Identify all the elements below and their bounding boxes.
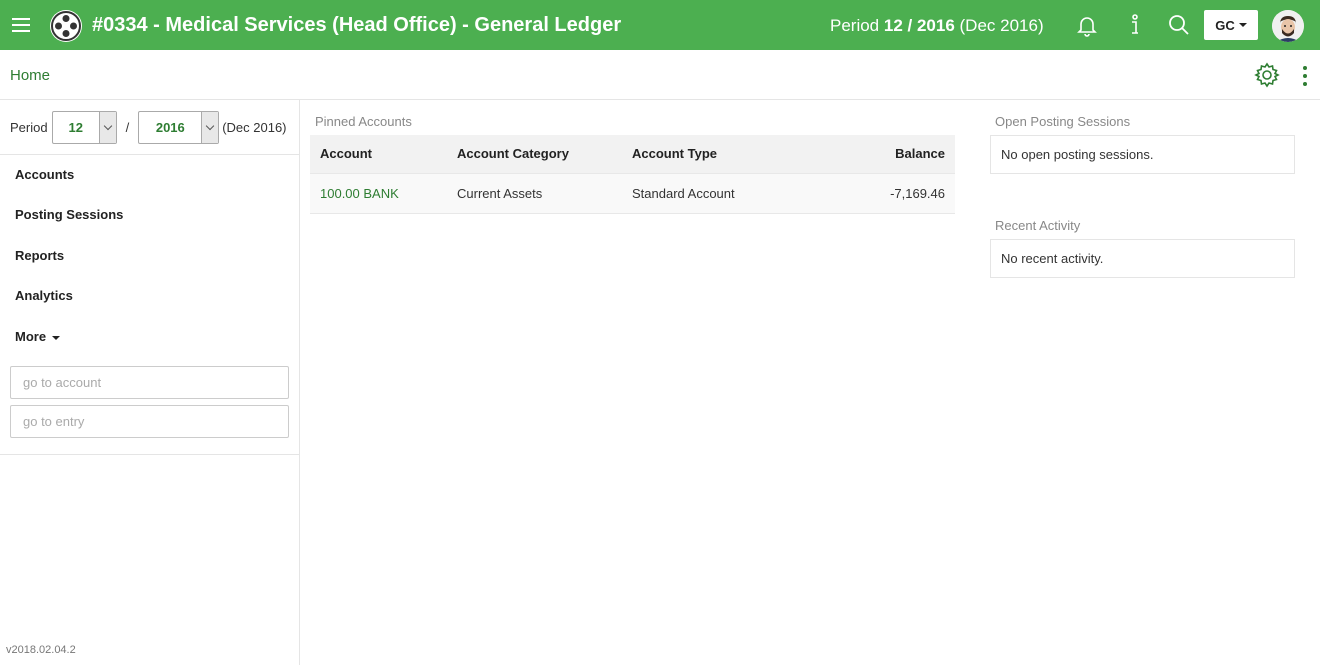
- chevron-down-icon: [103, 121, 112, 130]
- user-menu-button[interactable]: GC: [1204, 10, 1258, 40]
- go-to-entry-input[interactable]: [10, 405, 289, 438]
- caret-down-icon: [1238, 23, 1247, 27]
- period-separator: /: [125, 119, 130, 135]
- account-cell: 100.00 BANK: [310, 172, 447, 214]
- breadcrumb-home[interactable]: Home: [10, 67, 50, 84]
- period-slash: /: [902, 16, 917, 35]
- column-header-account-category[interactable]: Account Category: [447, 135, 622, 173]
- recent-activity-panel: No recent activity.: [990, 239, 1295, 278]
- chevron-down-icon: [206, 121, 215, 130]
- recent-activity-title: Recent Activity: [995, 218, 1081, 233]
- period-year: 2016: [916, 16, 955, 35]
- account-link[interactable]: 100.00 BANK: [320, 186, 399, 201]
- divider: [0, 454, 299, 455]
- sidebar: Period 12 / 2016 (Dec 2016) Accounts Pos…: [0, 100, 300, 665]
- period-selector: Period 12 / 2016 (Dec 2016): [10, 110, 287, 144]
- column-header-balance[interactable]: Balance: [812, 135, 955, 173]
- caret-down-icon: [52, 335, 61, 340]
- user-initials: GC: [1215, 17, 1235, 33]
- version-label: v2018.02.04.2: [6, 644, 76, 656]
- pinned-accounts-title: Pinned Accounts: [315, 114, 412, 129]
- year-select-button[interactable]: [201, 111, 219, 143]
- period-label: Period: [10, 119, 48, 135]
- app-logo-icon[interactable]: [50, 10, 82, 42]
- kebab-menu-icon[interactable]: [1298, 64, 1312, 88]
- period-suffix: (Dec 2016): [954, 16, 1044, 35]
- period-text: (Dec 2016): [222, 119, 287, 135]
- pinned-accounts-table: Account Account Category Account Type Ba…: [310, 135, 955, 214]
- period-prefix: Period: [830, 16, 884, 35]
- avatar[interactable]: [1272, 10, 1304, 42]
- open-posting-sessions-title: Open Posting Sessions: [995, 114, 1131, 129]
- divider: [0, 154, 299, 155]
- month-select-value: 12: [68, 119, 83, 135]
- nav-reports[interactable]: Reports: [15, 248, 64, 263]
- search-icon[interactable]: [1166, 12, 1192, 38]
- account-category-cell: Current Assets: [447, 172, 622, 214]
- menu-icon[interactable]: [12, 15, 34, 35]
- nav-more-label: More: [15, 329, 47, 344]
- nav-more[interactable]: More: [15, 329, 61, 344]
- balance-cell: -7,169.46: [812, 172, 955, 214]
- app-title: #0334 - Medical Services (Head Office) -…: [92, 14, 622, 36]
- bell-icon[interactable]: [1074, 12, 1100, 38]
- year-select[interactable]: 2016: [138, 110, 220, 144]
- open-posting-sessions-empty: No open posting sessions.: [1001, 147, 1154, 162]
- year-select-value: 2016: [155, 119, 185, 135]
- gear-icon[interactable]: [1254, 62, 1280, 88]
- open-posting-sessions-panel: No open posting sessions.: [990, 135, 1295, 174]
- sub-header: Home: [0, 50, 1320, 100]
- nav-accounts[interactable]: Accounts: [15, 167, 74, 182]
- top-bar: #0334 - Medical Services (Head Office) -…: [0, 0, 1320, 50]
- period-month: 12: [883, 16, 903, 35]
- column-header-account-type[interactable]: Account Type: [622, 135, 812, 173]
- info-icon[interactable]: [1122, 12, 1148, 38]
- recent-activity-empty: No recent activity.: [1001, 251, 1104, 266]
- nav-analytics[interactable]: Analytics: [15, 288, 73, 303]
- table-row[interactable]: 100.00 BANK Current Assets Standard Acco…: [310, 172, 955, 214]
- month-select[interactable]: 12: [51, 110, 117, 144]
- nav-posting-sessions[interactable]: Posting Sessions: [15, 207, 123, 222]
- column-header-account[interactable]: Account: [310, 135, 447, 173]
- current-period: Period 12 / 2016 (Dec 2016): [830, 16, 1044, 36]
- table-header-row: Account Account Category Account Type Ba…: [310, 135, 955, 173]
- go-to-account-input[interactable]: [10, 366, 289, 399]
- month-select-button[interactable]: [98, 111, 116, 143]
- account-type-cell: Standard Account: [622, 172, 812, 214]
